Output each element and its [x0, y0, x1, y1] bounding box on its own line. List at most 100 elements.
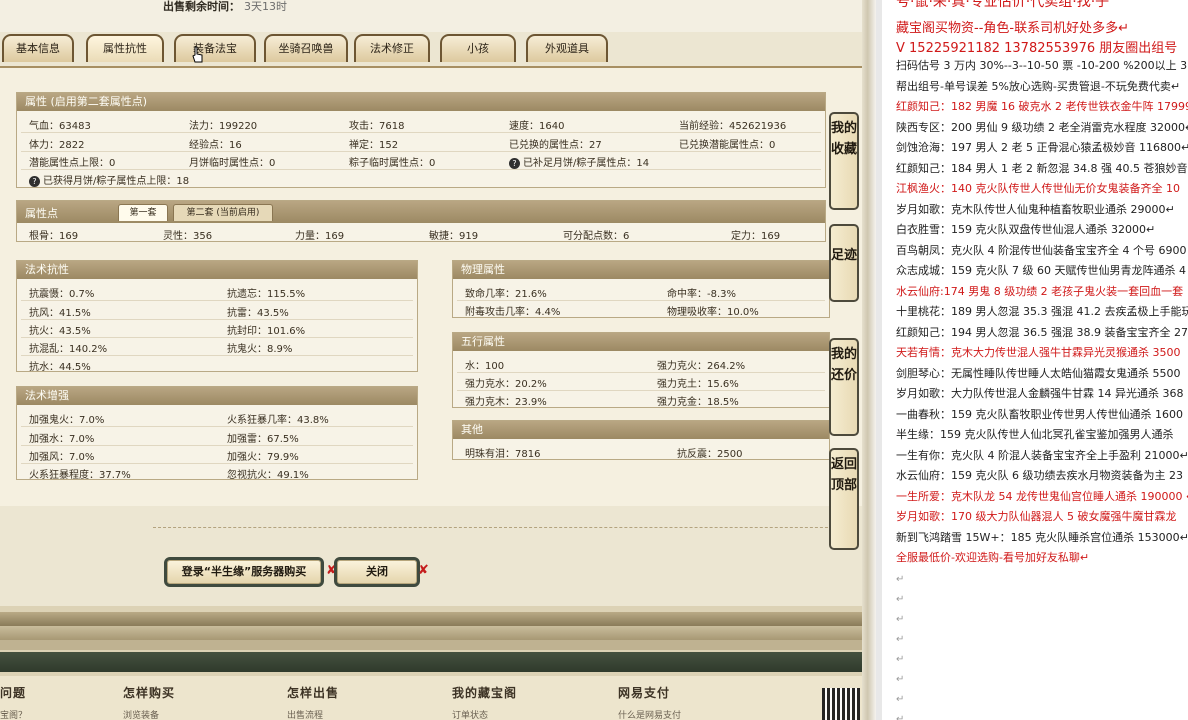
- doc-line: 红颜知己：194 男人忽混 36.5 强混 38.9 装备宝宝齐全 275: [896, 325, 1188, 339]
- attr-filled-label: 已补足月饼/粽子属性点：14: [523, 158, 650, 169]
- attr-mp: 法力：199220: [189, 121, 258, 132]
- buy-button[interactable]: 登录“半生缘”服务器购买: [164, 557, 324, 587]
- other-title: 其他: [453, 421, 829, 439]
- resist-item: 抗鬼火：8.9%: [227, 344, 293, 355]
- doc-line: 岁月如歌：大力队传世混人金麟强牛甘霖 14 异光通杀 368: [896, 387, 1184, 400]
- attr-exp: 当前经验：452621936: [679, 121, 787, 132]
- physical-item: 物理吸收率：10.0%: [667, 307, 759, 318]
- close-button[interactable]: 关闭: [334, 557, 420, 587]
- spell-boost-box: 法术增强 加强鬼火：7.0% 火系狂暴几率：43.8% 加强水：7.0% 加强雷…: [16, 386, 418, 481]
- tab-appearance[interactable]: 外观道具: [526, 34, 608, 62]
- tab-first-set[interactable]: 第一套: [118, 204, 168, 221]
- footer-link[interactable]: 出售流程: [287, 708, 323, 720]
- points-box: 属性点 第一套 第二套 (当前启用) 根骨：169 灵性：356 力量：169 …: [16, 200, 826, 242]
- doc-line: 一生所爱：克木队龙 54 龙传世鬼仙宫位睡人通杀 190000 ↵: [896, 489, 1188, 503]
- footer-heading: 问题: [0, 686, 27, 700]
- resist-item: 抗雷：43.5%: [227, 308, 289, 319]
- attributes-panel: 属性 (启用第二套属性点) 气血：63483 法力：199220 攻击：7618…: [0, 66, 862, 506]
- paragraph-mark: ↵: [896, 613, 905, 625]
- attributes-title: 属性 (启用第二套属性点): [17, 93, 825, 111]
- tab-children[interactable]: 小孩: [440, 34, 516, 62]
- other-box: 其他 明珠有泪：7816 抗反震：2500: [452, 420, 830, 460]
- paragraph-mark: ↵: [896, 653, 905, 665]
- tab-basic-info[interactable]: 基本信息: [2, 34, 74, 62]
- remaining-label: 出售剩余时间：: [163, 0, 240, 13]
- footer-link[interactable]: 订单状态: [452, 708, 488, 720]
- window-splitter[interactable]: [862, 0, 876, 720]
- my-offers-button[interactable]: 我的还价: [829, 338, 859, 436]
- sale-remaining: 出售剩余时间： 3天13时: [163, 0, 287, 14]
- doc-line: 白衣胜雪：159 克火队双盘传世仙混人通杀 32000↵: [896, 223, 1156, 236]
- doc-line: 岁月如歌：170 级大力队仙器混人 5 破女魔强牛魔甘霖龙: [896, 510, 1177, 523]
- pt-endurance: 定力：169: [731, 231, 781, 242]
- attr-filled-points: ? 已补足月饼/粽子属性点：14: [509, 154, 649, 169]
- resist-item: 抗水：44.5%: [29, 362, 91, 373]
- pt-assignable: 可分配点数：6: [563, 231, 630, 242]
- attr-exp-points: 经验点：16: [189, 140, 242, 151]
- pt-constitution: 根骨：169: [29, 231, 79, 242]
- footer-heading: 网易支付: [618, 686, 671, 700]
- element-item: 强力克火：264.2%: [657, 361, 746, 372]
- attr-stamina: 体力：2822: [29, 140, 85, 151]
- sale-info-bar: 出售剩余时间： 3天13时: [0, 0, 868, 32]
- doc-line: 陕西专区：200 男仙 9 级功绩 2 老全消雷克水程度 32000↵: [896, 120, 1188, 134]
- tab-spell-mods[interactable]: 法术修正: [354, 34, 430, 62]
- attr-exchanged-potential: 已兑换潜能属性点：0: [679, 140, 776, 151]
- doc-line: 剑胆琴心：无属性睡队传世睡人太皓仙猫霞女鬼通杀 5500: [896, 366, 1181, 380]
- resist-item: 抗震慑：0.7%: [29, 289, 95, 300]
- physical-box: 物理属性 致命几率：21.6% 命中率：-8.3% 附毒攻击几率：4.4% 物理…: [452, 260, 830, 318]
- tab-mounts-pets[interactable]: 坐骑召唤兽: [264, 34, 348, 62]
- resist-item: 抗遗忘：115.5%: [227, 289, 306, 300]
- doc-line: 天若有情：克木大力传世混人强牛甘霖异光灵猴通杀 3500: [896, 346, 1181, 359]
- qr-code-icon: [822, 688, 860, 720]
- doc-line: 水云仙府：159 克火队 6 级功绩去疾水月物资装备为主 23: [896, 469, 1183, 482]
- ruler: [876, 0, 882, 720]
- doc-line: 半生缘：159 克火队传世人仙北冥孔雀宝鉴加强男人通杀: [896, 428, 1174, 441]
- tab-attributes[interactable]: 属性抗性: [86, 34, 164, 62]
- points-title: 属性点: [25, 207, 58, 220]
- attr-mooncake-temp: 月饼临时属性点：0: [189, 158, 276, 169]
- physical-item: 附毒攻击几率：4.4%: [465, 307, 561, 318]
- footer-heading: 我的藏宝阁: [452, 686, 518, 700]
- resist-item: 抗火：43.5%: [29, 326, 91, 337]
- game-panel: 出售剩余时间： 3天13时 基本信息 属性抗性 装备法宝 坐骑召唤兽 法术修正 小…: [0, 0, 868, 720]
- doc-line: 新到飞鸿踏雪 15W+：185 克火队睡杀宫位通杀 153000↵: [896, 530, 1188, 544]
- question-icon[interactable]: ?: [29, 175, 40, 187]
- doc-line: 全服最低价-欢迎选购-看号加好友私聊↵: [896, 551, 1090, 564]
- attr-attack: 攻击：7618: [349, 121, 405, 132]
- footer-link[interactable]: 浏览装备: [123, 708, 159, 720]
- paragraph-mark: ↵: [896, 693, 905, 705]
- footprints-button[interactable]: 足迹: [829, 224, 859, 302]
- footer-link[interactable]: 宝阁？: [0, 708, 27, 720]
- question-icon[interactable]: ?: [509, 157, 520, 169]
- attr-speed: 速度：1640: [509, 121, 565, 132]
- other-item: 明珠有泪：7816: [465, 449, 541, 460]
- divider-line: [153, 527, 853, 528]
- tab-second-set[interactable]: 第二套 (当前启用): [173, 204, 273, 221]
- resist-item: 抗混乱：140.2%: [29, 344, 108, 355]
- my-favorites-button[interactable]: 我的收藏: [829, 112, 859, 210]
- boost-item: 火系狂暴几率：43.8%: [227, 415, 329, 426]
- spell-boost-title: 法术增强: [17, 387, 417, 405]
- element-item: 强力克土：15.6%: [657, 379, 739, 390]
- doc-line: 扫码估号 3 万内 30%--3--10-50 票 -10-200 %200以上…: [896, 59, 1188, 72]
- footer-link[interactable]: 什么是网易支付: [618, 708, 681, 720]
- pt-strength: 力量：169: [295, 231, 345, 242]
- physical-item: 命中率：-8.3%: [667, 289, 737, 300]
- boost-item: 加强火：79.9%: [227, 452, 299, 463]
- paragraph-mark: ↵: [896, 573, 905, 585]
- doc-line: 红颜知己：184 男人 1 老 2 新忽混 34.8 强 40.5 苍狼妙音 2…: [896, 161, 1188, 175]
- elements-box: 五行属性 水：100 强力克火：264.2% 强力克水：20.2% 强力克土：1…: [452, 332, 830, 408]
- pt-agility: 敏捷：919: [429, 231, 479, 242]
- attr-hp: 气血：63483: [29, 121, 91, 132]
- attributes-box: 属性 (启用第二套属性点) 气血：63483 法力：199220 攻击：7618…: [16, 92, 826, 188]
- physical-title: 物理属性: [453, 261, 829, 279]
- doc-header-line: 号·鼠·来·真·专业估价·代卖组·找·子: [896, 0, 1110, 10]
- attr-exchanged-points: 已兑换的属性点：27: [509, 140, 602, 151]
- attr-zen: 禅定：152: [349, 140, 399, 151]
- tab-equipment[interactable]: 装备法宝: [174, 34, 256, 62]
- back-to-top-button[interactable]: 返回顶部: [829, 448, 859, 550]
- footer-heading: 怎样购买: [123, 686, 176, 700]
- paragraph-mark: ↵: [896, 633, 905, 645]
- doc-line: 一生有你：克火队 4 阶混人装备宝宝齐全上手盈利 21000↵: [896, 448, 1188, 462]
